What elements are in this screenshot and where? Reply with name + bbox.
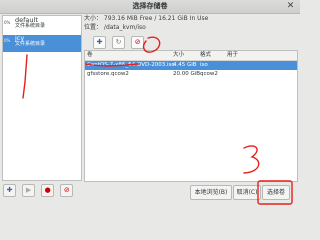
location-label: 位置： [84, 24, 103, 31]
volume-size: 20.00 GiB [173, 71, 201, 77]
volume-name: CentOS-7-x86_64-DVD-2003.iso [87, 62, 175, 68]
volume-table: 卷 大小 格式 用于 CentOS-7-x86_64-DVD-2003.iso … [84, 50, 298, 182]
column-header-used-by[interactable]: 用于 [227, 51, 238, 60]
storage-pool-icon: 0% [4, 38, 11, 43]
column-header-size[interactable]: 大小 [173, 51, 184, 60]
window-title: 选择存储卷 [132, 2, 168, 10]
close-icon[interactable]: ✕ [285, 1, 296, 12]
storage-pool-icon: 0% [4, 20, 11, 25]
volume-format: iso [200, 62, 208, 68]
storage-pool-list: 0% default 文件系统目录 0% jcy 文件系统目录 [2, 15, 82, 181]
window-titlebar: 选择存储卷 ✕ [0, 0, 300, 14]
pool-info: 大小： 793.16 MiB Free / 16.21 GiB In Use 位… [84, 14, 208, 32]
location-value: /data_kvm/iso [103, 24, 146, 31]
pool-type: 文件系统目录 [15, 41, 46, 47]
size-value: 793.16 MiB Free / 16.21 GiB In Use [103, 15, 209, 22]
refresh-icon[interactable]: ↻ [112, 36, 126, 49]
stop-pool-icon[interactable]: ● [41, 184, 55, 197]
volume-format: qcow2 [200, 71, 218, 77]
cancel-button[interactable]: 取消(C) [233, 185, 261, 200]
column-header-format[interactable]: 格式 [200, 51, 211, 60]
delete-pool-icon[interactable]: ⊘ [60, 184, 74, 197]
delete-volume-icon[interactable]: ⊘ [131, 36, 145, 49]
volume-name: gfsstore.qcow2 [87, 71, 129, 77]
choose-volume-button[interactable]: 选择卷 [262, 185, 290, 200]
size-label: 大小： [84, 15, 103, 22]
table-header: 卷 大小 格式 用于 [85, 51, 297, 61]
pool-type: 文件系统目录 [15, 23, 46, 29]
browse-local-button[interactable]: 本地浏览(B) [190, 185, 232, 200]
add-pool-icon[interactable]: ✚ [3, 184, 16, 197]
pool-item-default[interactable]: 0% default 文件系统目录 [3, 17, 81, 34]
pool-item-jcy[interactable]: 0% jcy 文件系统目录 [3, 35, 81, 52]
start-pool-icon[interactable]: ▶ [22, 184, 36, 197]
table-row[interactable]: gfsstore.qcow2 20.00 GiB qcow2 [85, 70, 297, 79]
pool-toolbar: ✚ ▶ ● ⊘ [3, 184, 74, 198]
table-row[interactable]: CentOS-7-x86_64-DVD-2003.iso 4.45 GiB is… [85, 61, 297, 70]
column-header-volume[interactable]: 卷 [87, 51, 93, 60]
volume-size: 4.45 GiB [173, 62, 197, 68]
add-volume-icon[interactable]: ✚ [93, 36, 106, 49]
